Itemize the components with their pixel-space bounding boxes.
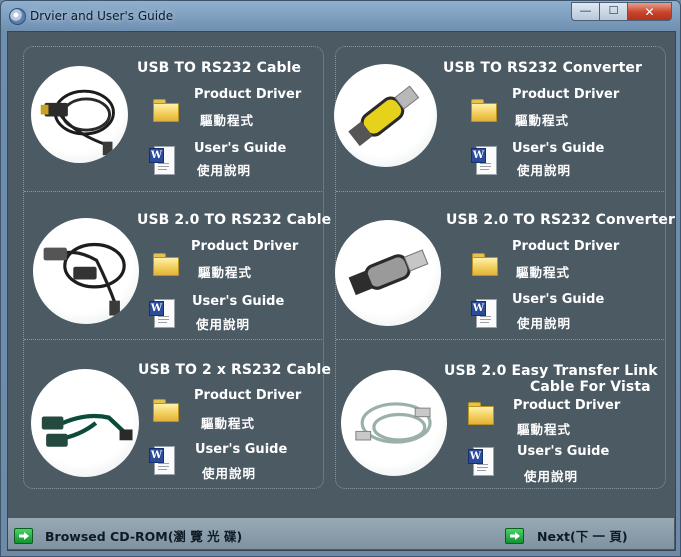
word-document-icon[interactable]: W [468,446,494,476]
folder-icon[interactable] [472,253,498,276]
users-guide-cn-link[interactable]: 使用說明 [517,160,571,179]
folder-icon[interactable] [468,402,494,425]
product-image [33,218,139,324]
product-image [31,369,139,477]
users-guide-cn-link[interactable]: 使用說明 [196,314,250,333]
word-document-icon[interactable]: W [471,145,497,175]
folder-icon[interactable] [471,99,497,122]
browse-cd-label: Browsed CD-ROM(瀏 覽 光 碟) [45,529,243,544]
product-driver-cn-link[interactable]: 驅動程式 [198,262,252,281]
cd-app-icon [9,8,26,25]
folder-icon[interactable] [153,99,179,122]
product-title: USB 2.0 Easy Transfer Link [444,363,658,379]
product-driver-cn-link[interactable]: 驅動程式 [200,110,254,129]
cable-icon [40,89,115,156]
product-driver-link[interactable]: Product Driver [513,398,620,413]
users-guide-link[interactable]: User's Guide [512,292,604,307]
folder-icon[interactable] [153,399,179,422]
product-title: USB TO RS232 Cable [137,60,302,76]
title-bar[interactable]: Drvier and User's Guide — ☐ ✕ [1,1,680,31]
users-guide-link[interactable]: User's Guide [194,141,286,156]
users-guide-cn-link[interactable]: 使用說明 [197,160,251,179]
product-driver-cn-link[interactable]: 驅動程式 [201,413,255,432]
product-title-line2: Cable For Vista [530,379,651,395]
folder-icon[interactable] [153,253,179,276]
next-label: Next(下 一 頁) [537,529,628,544]
word-document-icon[interactable]: W [149,145,175,175]
next-button[interactable]: Next(下 一 頁) [505,526,628,545]
converter-icon [348,249,429,296]
product-driver-link[interactable]: Product Driver [191,239,298,254]
main-content: USB TO RS232 Cable Product Driver 驅動程式 W… [7,31,676,551]
maximize-button[interactable]: ☐ [599,2,627,21]
footer-bar: Browsed CD-ROM(瀏 覽 光 碟) Next(下 一 頁) [8,518,674,549]
users-guide-link[interactable]: User's Guide [195,442,287,457]
product-image [334,64,437,167]
users-guide-link[interactable]: User's Guide [517,444,609,459]
users-guide-link[interactable]: User's Guide [512,141,604,156]
product-image [341,370,447,476]
product-driver-link[interactable]: Product Driver [512,239,619,254]
users-guide-cn-link[interactable]: 使用說明 [202,463,256,482]
product-title: USB 2.0 TO RS232 Cable [137,212,332,228]
cable-icon [43,242,126,316]
product-driver-cn-link[interactable]: 驅動程式 [515,110,569,129]
users-guide-cn-link[interactable]: 使用說明 [517,313,571,332]
product-title: USB TO 2 x RS232 Cable [138,362,332,378]
divider [336,191,664,192]
green-arrow-icon [14,527,33,544]
product-driver-link[interactable]: Product Driver [194,87,301,102]
product-title: USB 2.0 TO RS232 Converter [446,212,676,228]
product-driver-cn-link[interactable]: 驅動程式 [517,419,571,438]
window-title: Drvier and User's Guide [30,9,174,23]
close-button[interactable]: ✕ [627,2,672,21]
divider [24,191,322,192]
window-controls: — ☐ ✕ [571,2,672,21]
green-arrow-icon [505,527,524,544]
users-guide-link[interactable]: User's Guide [192,294,284,309]
product-driver-cn-link[interactable]: 驅動程式 [516,262,570,281]
minimize-button[interactable]: — [571,2,599,21]
browse-cd-button[interactable]: Browsed CD-ROM(瀏 覽 光 碟) [14,526,242,545]
transfer-cable-icon [355,402,432,444]
product-image [335,220,441,326]
word-document-icon[interactable]: W [149,445,175,475]
product-title: USB TO RS232 Converter [443,60,642,76]
divider [336,339,664,340]
users-guide-cn-link[interactable]: 使用說明 [524,466,578,485]
word-document-icon[interactable]: W [149,298,175,328]
dual-cable-icon [41,413,133,447]
converter-icon [348,85,420,147]
product-driver-link[interactable]: Product Driver [512,87,619,102]
product-driver-link[interactable]: Product Driver [194,388,301,403]
divider [24,339,322,340]
product-image [31,66,128,163]
word-document-icon[interactable]: W [471,298,497,328]
app-window: Drvier and User's Guide — ☐ ✕ USB TO RS2… [0,0,681,557]
